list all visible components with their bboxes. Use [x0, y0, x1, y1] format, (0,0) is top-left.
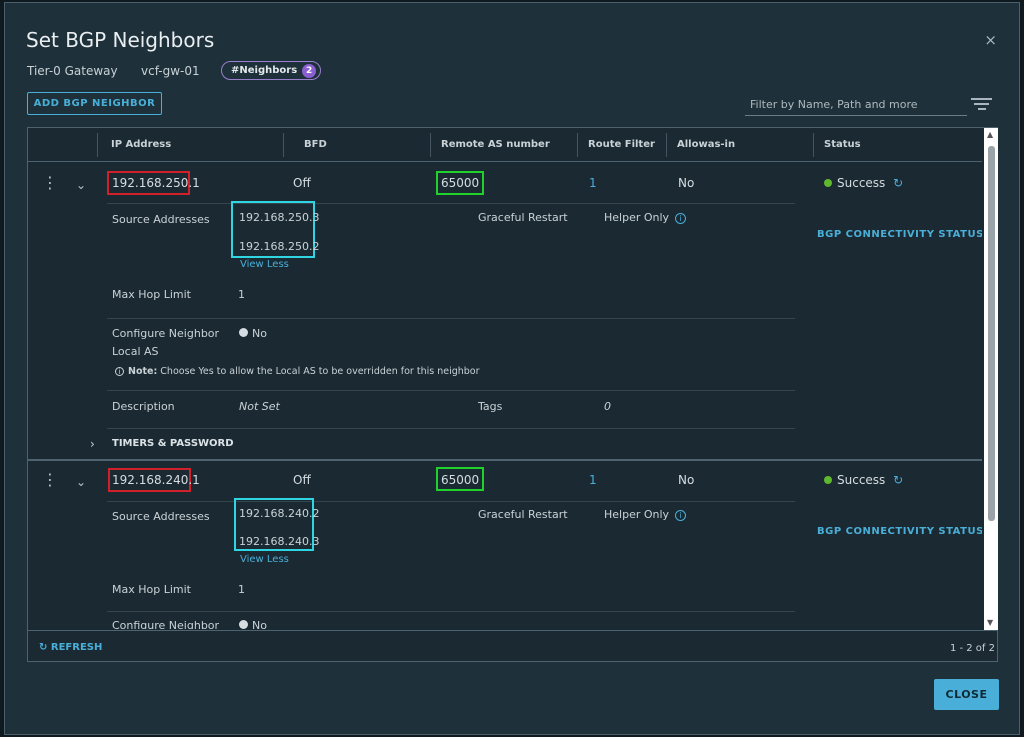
gateway-name: vcf-gw-01 [141, 64, 200, 78]
collapse-chevron-icon[interactable]: ⌄ [76, 475, 86, 489]
info-icon: i [115, 367, 124, 376]
local-as-label: Configure Neighbor [112, 327, 220, 340]
add-bgp-neighbor-button[interactable]: ADD BGP NEIGHBOR [27, 92, 162, 115]
grid-header: IP Address BFD Remote AS number Route Fi… [28, 128, 982, 162]
graceful-restart-text: Helper Only [604, 211, 670, 224]
source-address-item: 192.168.240.2 [239, 507, 320, 520]
timers-password-section[interactable]: TIMERS & PASSWORD [112, 438, 234, 449]
tags-value: 0 [604, 400, 611, 413]
table-row: ⋮ ⌄ 192.168.250.1 Off 65000 1 No Success… [28, 163, 982, 459]
allowas-in-value: No [678, 473, 695, 487]
column-ip-address[interactable]: IP Address [111, 139, 171, 150]
allowas-in-value: No [678, 176, 695, 190]
local-as-radio[interactable]: No [239, 619, 267, 629]
local-as-note: i Note: Choose Yes to allow the Local AS … [115, 366, 480, 377]
neighbors-pill-label: #Neighbors [231, 65, 298, 76]
bfd-value: Off [293, 176, 311, 190]
description-label: Description [112, 400, 175, 413]
route-filter-link[interactable]: 1 [589, 176, 597, 190]
gateway-type: Tier-0 Gateway [27, 64, 118, 78]
tags-label: Tags [478, 400, 503, 413]
success-dot-icon [824, 476, 832, 484]
remote-as-value: 65000 [441, 176, 480, 190]
local-as-label-line2: Local AS [112, 345, 159, 358]
refresh-button[interactable]: ↻ REFRESH [39, 642, 102, 653]
filter-icon[interactable] [971, 98, 992, 112]
graceful-restart-label: Graceful Restart [478, 211, 568, 224]
radio-selected-icon[interactable] [239, 328, 248, 337]
column-route-filter[interactable]: Route Filter [588, 139, 655, 150]
bfd-value: Off [293, 473, 311, 487]
bgp-neighbors-grid: IP Address BFD Remote AS number Route Fi… [27, 127, 998, 662]
success-dot-icon [824, 179, 832, 187]
grid-footer: ↻ REFRESH 1 - 2 of 2 [28, 630, 997, 661]
column-status[interactable]: Status [824, 139, 861, 150]
table-row: ⋮ ⌄ 192.168.240.1 Off 65000 1 No Success… [28, 461, 982, 629]
vertical-scrollbar[interactable]: ▲ ▼ [984, 128, 998, 630]
max-hop-limit-value: 1 [238, 288, 245, 301]
graceful-restart-value: Helper Only i [604, 211, 687, 224]
radio-selected-icon[interactable] [239, 620, 248, 629]
neighbors-count-badge: 2 [302, 63, 317, 78]
source-addresses-label: Source Addresses [112, 213, 210, 226]
refresh-label: REFRESH [50, 642, 103, 653]
view-less-link[interactable]: View Less [240, 259, 289, 270]
max-hop-limit-label: Max Hop Limit [112, 583, 191, 596]
scroll-down-icon[interactable]: ▼ [987, 618, 993, 627]
graceful-restart-value: Helper Only i [604, 508, 687, 521]
column-allowas-in[interactable]: Allowas-in [677, 139, 735, 150]
filter-input[interactable] [745, 94, 967, 116]
status-text: Success [837, 473, 886, 487]
status-badge: Success ↻ [824, 176, 903, 190]
view-less-link[interactable]: View Less [240, 554, 289, 565]
scroll-up-icon[interactable]: ▲ [987, 130, 993, 139]
graceful-restart-text: Helper Only [604, 508, 670, 521]
description-value: Not Set [239, 400, 280, 413]
graceful-restart-label: Graceful Restart [478, 508, 568, 521]
max-hop-limit-value: 1 [238, 583, 245, 596]
ip-address: 192.168.250.1 [112, 176, 200, 190]
grid-body: ⋮ ⌄ 192.168.250.1 Off 65000 1 No Success… [28, 163, 982, 629]
column-remote-as[interactable]: Remote AS number [441, 139, 550, 150]
route-filter-link[interactable]: 1 [589, 473, 597, 487]
info-icon[interactable]: i [675, 213, 687, 224]
source-address-item: 192.168.250.2 [239, 240, 320, 253]
scrollbar-thumb[interactable] [988, 146, 995, 521]
remote-as-value: 65000 [441, 473, 480, 487]
source-addresses-label: Source Addresses [112, 510, 210, 523]
source-address-item: 192.168.240.3 [239, 535, 320, 548]
set-bgp-neighbors-dialog: Set BGP Neighbors × Tier-0 Gateway vcf-g… [4, 2, 1020, 735]
status-badge: Success ↻ [824, 473, 903, 487]
bgp-connectivity-status-link[interactable]: BGP CONNECTIVITY STATUS [817, 526, 982, 537]
dialog-title: Set BGP Neighbors [26, 28, 215, 52]
note-text: Choose Yes to allow the Local AS to be o… [160, 366, 480, 377]
bgp-connectivity-status-link[interactable]: BGP CONNECTIVITY STATUS [817, 229, 982, 240]
close-icon[interactable]: × [984, 31, 997, 49]
pagination-info: 1 - 2 of 2 [949, 643, 995, 654]
local-as-label: Configure Neighbor [112, 619, 220, 629]
local-as-value: No [252, 327, 267, 340]
column-bfd[interactable]: BFD [304, 139, 327, 150]
status-text: Success [837, 176, 886, 190]
expand-chevron-icon[interactable]: › [90, 437, 95, 451]
info-icon[interactable]: i [675, 510, 687, 521]
local-as-value: No [252, 619, 267, 629]
neighbors-count-pill: #Neighbors 2 [221, 61, 322, 80]
source-address-item: 192.168.250.3 [239, 211, 320, 224]
collapse-chevron-icon[interactable]: ⌄ [76, 178, 86, 192]
max-hop-limit-label: Max Hop Limit [112, 288, 191, 301]
row-actions-icon[interactable]: ⋮ [42, 175, 58, 191]
row-actions-icon[interactable]: ⋮ [42, 472, 58, 488]
note-label: Note: [128, 366, 158, 377]
status-refresh-icon[interactable]: ↻ [893, 473, 903, 487]
local-as-radio[interactable]: No [239, 327, 267, 340]
status-refresh-icon[interactable]: ↻ [893, 176, 903, 190]
ip-address: 192.168.240.1 [112, 473, 200, 487]
close-button[interactable]: CLOSE [934, 679, 999, 710]
refresh-icon: ↻ [39, 642, 48, 653]
